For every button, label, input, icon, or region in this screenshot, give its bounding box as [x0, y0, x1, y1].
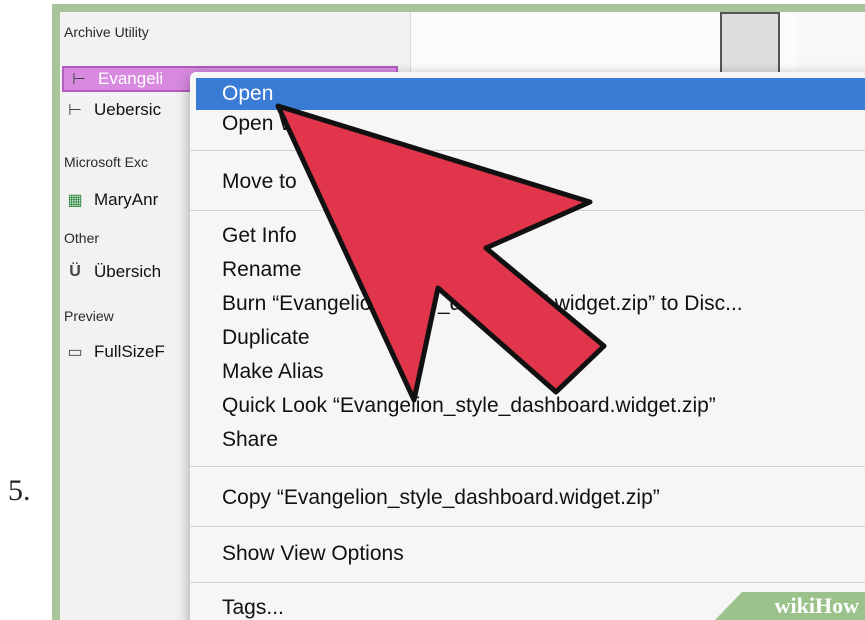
red-pointer-arrow-icon: [275, 103, 607, 403]
